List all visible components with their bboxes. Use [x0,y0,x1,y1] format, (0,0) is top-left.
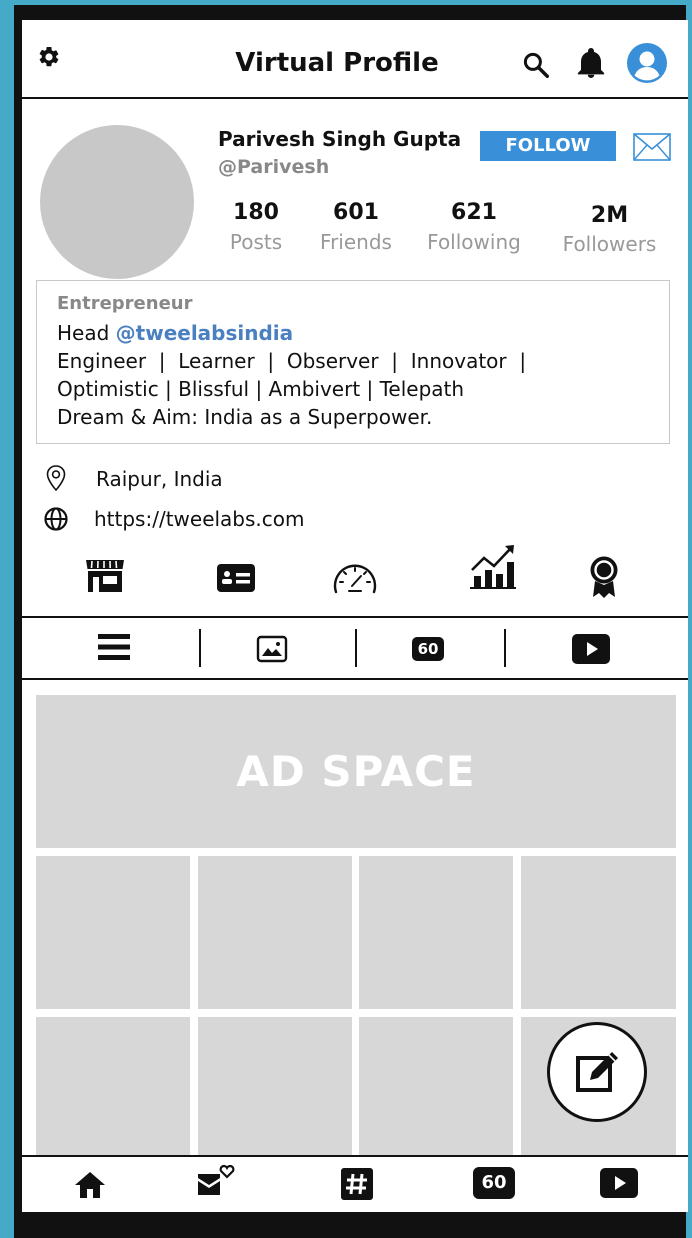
tab-separator [199,629,201,667]
website-link[interactable]: https://tweelabs.com [94,507,305,531]
mail-heart-icon[interactable] [196,1162,236,1200]
home-icon[interactable] [74,1170,106,1200]
page-title: Virtual Profile [235,48,439,78]
globe-icon [43,506,69,532]
tab-separator [355,629,357,667]
ad-space[interactable]: AD SPACE [36,695,676,848]
bio-line-3: Optimistic | Blissful | Ambivert | Telep… [57,377,465,401]
device-frame: Virtual Profile Parivesh Singh Gupta @Pa… [0,0,692,1238]
bio-head-prefix: Head [57,321,110,345]
stat-following-value: 621 [451,200,497,225]
id-card-icon[interactable] [216,563,256,593]
user-avatar-icon[interactable] [626,42,668,84]
bio-head-link[interactable]: @tweelabsindia [116,321,294,345]
grid-tile[interactable] [36,1017,190,1157]
gear-icon[interactable] [37,45,61,69]
nav-videos-icon[interactable] [599,1167,639,1199]
tab-list-view[interactable] [98,632,130,662]
profile-handle: @Parivesh [218,156,330,178]
stat-friends-label[interactable]: Friends [306,230,406,254]
tab-60-seconds[interactable]: 60 [412,637,444,661]
bio-line-2: Engineer | Learner | Observer | Innovato… [57,349,527,373]
profile-name: Parivesh Singh Gupta [218,127,462,151]
grid-tile[interactable] [36,856,190,1009]
speedometer-icon[interactable] [330,560,380,596]
search-icon[interactable] [521,50,551,80]
bottom-nav: 60 [22,1157,688,1212]
ad-space-label: AD SPACE [236,747,476,796]
compose-fab[interactable] [547,1022,647,1122]
bell-icon[interactable] [576,46,606,80]
grid-tile[interactable] [198,1017,352,1157]
grid-tile[interactable] [198,856,352,1009]
bio-title: Entrepreneur [57,293,193,314]
grid-tile[interactable] [359,856,513,1009]
hashtag-icon[interactable] [340,1167,374,1201]
bio-head-line: Head @tweelabsindia [57,321,293,345]
award-badge-icon[interactable] [587,555,621,599]
location-text: Raipur, India [96,467,223,491]
phone-screen: Virtual Profile Parivesh Singh Gupta @Pa… [22,20,688,1212]
header-divider [22,97,688,99]
location-pin-icon [44,464,68,492]
stat-posts-value: 180 [233,200,279,225]
edit-icon [574,1046,624,1096]
tab-separator [504,629,506,667]
tab-photos[interactable] [256,635,288,663]
profile-avatar[interactable] [40,125,194,279]
follow-button[interactable]: FOLLOW [480,131,616,161]
store-icon[interactable] [84,558,126,594]
bio-box: Entrepreneur Head @tweelabsindia Enginee… [36,280,670,444]
stat-following-label[interactable]: Following [414,230,534,254]
stat-friends-value: 601 [333,200,379,225]
tab-bar-divider [22,678,688,680]
analytics-icon[interactable] [468,542,518,590]
bio-line-4: Dream & Aim: India as a Superpower. [57,405,433,429]
grid-tile[interactable] [359,1017,513,1157]
tab-videos[interactable] [571,633,611,665]
stat-followers-label[interactable]: Followers [552,232,667,256]
mail-icon[interactable] [633,133,671,161]
stat-posts-label[interactable]: Posts [216,230,296,254]
stat-followers-value: 2M [590,203,629,228]
nav-60-seconds[interactable]: 60 [473,1167,515,1199]
grid-tile[interactable] [521,856,676,1009]
profile-divider [22,616,688,618]
